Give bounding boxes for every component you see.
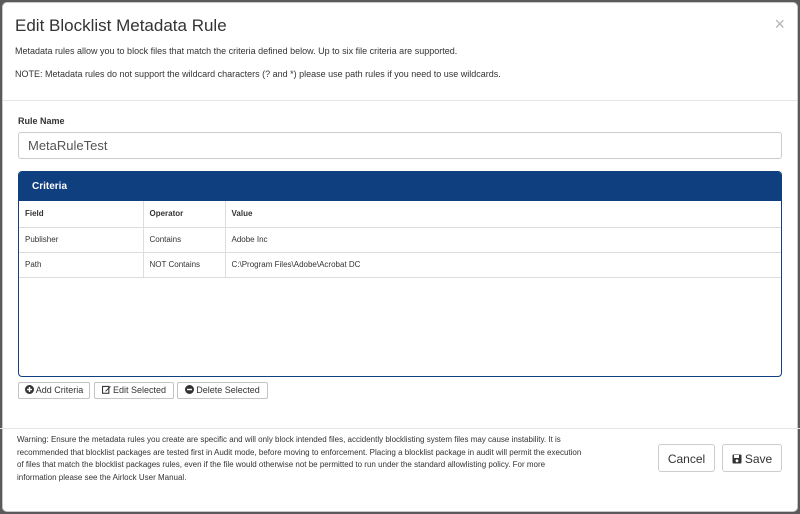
- table-row[interactable]: Path NOT Contains C:\Program Files\Adobe…: [19, 251, 781, 278]
- cell-field: Publisher: [19, 226, 144, 253]
- dialog-title: Edit Blocklist Metadata Rule: [15, 16, 227, 35]
- cancel-button[interactable]: Cancel: [658, 444, 715, 472]
- table-header-row: Field Operator Value: [19, 201, 781, 228]
- column-header-operator[interactable]: Operator: [142, 201, 226, 228]
- add-criteria-label: Add Criteria: [35, 385, 84, 395]
- add-criteria-button[interactable]: Add Criteria: [18, 382, 90, 399]
- delete-selected-label: Delete Selected: [196, 385, 260, 395]
- edit-selected-label: Edit Selected: [112, 385, 167, 395]
- cell-field: Path: [19, 251, 144, 278]
- criteria-panel: Criteria Field Operator Value Publisher …: [18, 171, 782, 377]
- dialog-header: Edit Blocklist Metadata Rule × Metadata …: [3, 3, 797, 101]
- edit-icon: [101, 385, 111, 394]
- plus-circle-icon: [24, 385, 34, 394]
- column-header-field[interactable]: Field: [19, 201, 144, 228]
- save-label: Save: [744, 452, 773, 466]
- table-row[interactable]: Publisher Contains Adobe Inc: [19, 226, 781, 253]
- dialog-note: NOTE: Metadata rules do not support the …: [15, 69, 501, 79]
- warning-text: Warning: Ensure the metadata rules you c…: [17, 435, 582, 482]
- close-icon[interactable]: ×: [774, 15, 785, 33]
- cell-operator: NOT Contains: [142, 251, 226, 278]
- criteria-table: Field Operator Value Publisher Contains …: [19, 201, 781, 278]
- floppy-disk-icon: [732, 454, 742, 464]
- cell-value: Adobe Inc: [224, 226, 781, 253]
- dialog-description: Metadata rules allow you to block files …: [15, 46, 458, 56]
- rule-name-input[interactable]: [18, 132, 782, 159]
- cell-value: C:\Program Files\Adobe\Acrobat DC: [224, 251, 781, 278]
- criteria-panel-title: Criteria: [19, 172, 781, 201]
- rule-name-label: Rule Name: [18, 116, 65, 126]
- minus-circle-icon: [185, 385, 195, 394]
- delete-selected-button[interactable]: Delete Selected: [177, 382, 268, 399]
- save-button[interactable]: Save: [722, 444, 782, 472]
- cell-operator: Contains: [142, 226, 226, 253]
- column-header-value[interactable]: Value: [224, 201, 781, 228]
- edit-selected-button[interactable]: Edit Selected: [94, 382, 174, 399]
